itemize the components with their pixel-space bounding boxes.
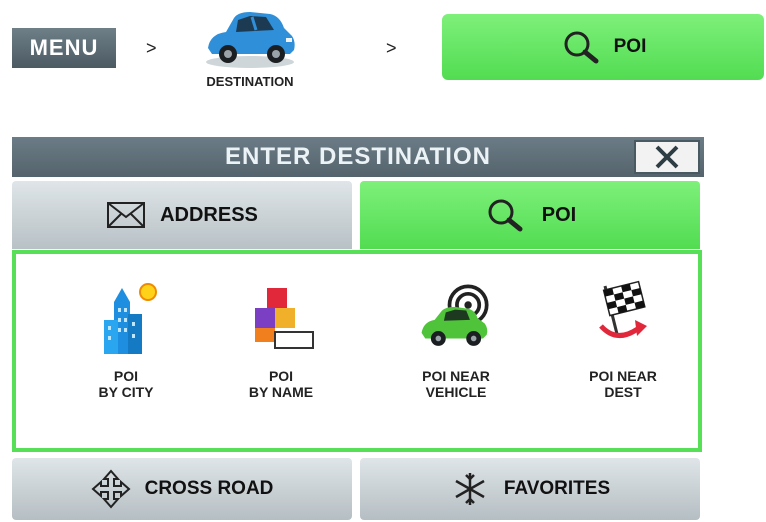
poi-by-city-button[interactable]: POI BY CITY: [56, 278, 196, 428]
destination-label: DESTINATION: [206, 74, 294, 89]
car-target-icon: [421, 284, 489, 346]
page-title: ENTER DESTINATION: [225, 143, 491, 170]
cross-road-button[interactable]: CROSS ROAD: [12, 458, 352, 520]
poi-crumb-button[interactable]: POI: [442, 14, 764, 80]
favorites-star-icon: [455, 473, 485, 505]
poi-crumb-label: POI: [613, 36, 647, 57]
poi-by-name-label: POI BY NAME: [248, 368, 314, 400]
poi-by-name-button[interactable]: POI BY NAME: [211, 278, 351, 428]
poi-near-vehicle-button[interactable]: POI NEAR VEHICLE: [386, 278, 526, 428]
checkered-flag-icon: [599, 280, 647, 338]
blocks-name-icon: [255, 288, 314, 349]
destination-crumb[interactable]: DESTINATION: [186, 0, 314, 100]
crossroad-arrows-icon: [91, 469, 131, 509]
breadcrumb-separator: >: [146, 38, 157, 58]
close-button[interactable]: [634, 140, 700, 174]
city-building-icon: [104, 283, 157, 354]
tab-poi-label: POI: [541, 203, 577, 226]
breadcrumb-separator: >: [386, 38, 397, 58]
favorites-label: FAVORITES: [503, 478, 611, 499]
favorites-button[interactable]: FAVORITES: [360, 458, 700, 520]
envelope-icon: [107, 202, 146, 228]
menu-button[interactable]: MENU: [12, 28, 116, 68]
tab-address-label: ADDRESS: [160, 203, 258, 226]
cross-road-label: CROSS ROAD: [144, 478, 274, 499]
tab-poi[interactable]: POI: [360, 181, 700, 249]
tab-address[interactable]: ADDRESS: [12, 181, 352, 249]
panel-title-bar: ENTER DESTINATION: [12, 137, 704, 177]
magnifier-icon: [488, 199, 523, 232]
blue-car-icon: [206, 12, 295, 68]
poi-by-city-label: POI BY CITY: [98, 368, 154, 400]
poi-near-vehicle-label: POI NEAR VEHICLE: [422, 368, 490, 400]
poi-near-dest-label: POI NEAR DEST: [589, 368, 657, 400]
magnifier-icon: [564, 31, 599, 64]
close-icon: [655, 145, 679, 169]
poi-near-dest-button[interactable]: POI NEAR DEST: [553, 278, 693, 428]
poi-options-panel: POI BY CITY POI BY NAME POI NEAR VEHICLE…: [12, 250, 702, 452]
